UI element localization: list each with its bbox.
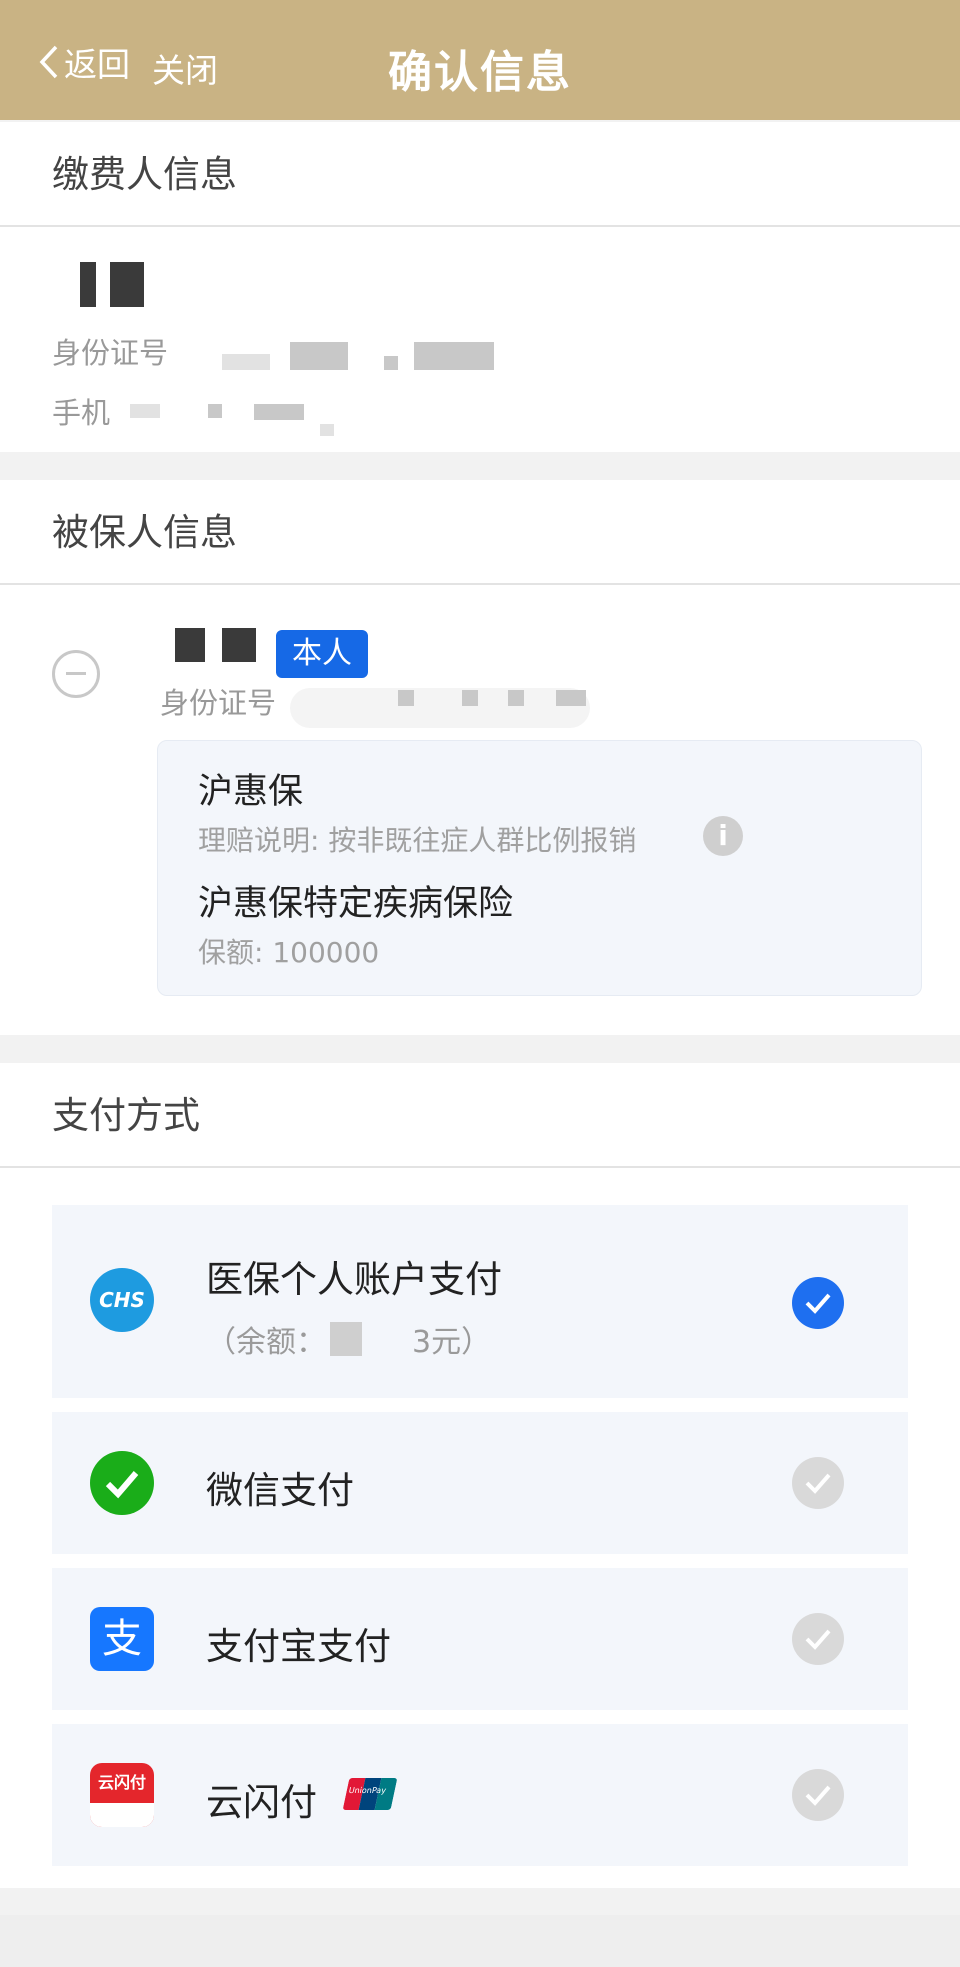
balance-prefix: （余额：: [206, 1325, 326, 1360]
unionpay-badge-text: UnionPay: [347, 1786, 387, 1795]
alipay-icon: 支: [90, 1607, 154, 1671]
plan-coverage: 保额: 100000: [198, 936, 380, 969]
unionpay-quickpass-icon: 云闪付: [90, 1763, 154, 1827]
plan-product-name: 沪惠保特定疾病保险: [198, 884, 514, 924]
payment-option-label: 支付宝支付: [206, 1625, 391, 1668]
page-title: 确认信息: [388, 47, 572, 98]
claim-note: 理赔说明: 按非既往症人群比例报销: [198, 824, 637, 857]
chs-medical-insurance-icon: CHS: [90, 1268, 154, 1332]
unionpay-badge: UnionPay: [342, 1778, 398, 1810]
unionpay-logo-text: 云闪付: [97, 1773, 146, 1792]
payer-section-title: 缴费人信息: [0, 122, 960, 227]
payment-option-label: 云闪付: [206, 1781, 317, 1824]
payment-option-medical-insurance[interactable]: CHS 医保个人账户支付 （余额： 3元）: [52, 1205, 908, 1398]
insured-id-label: 身份证号: [160, 686, 277, 720]
bottom-bar: [0, 1915, 960, 1967]
balance-redacted: [330, 1322, 362, 1356]
payment-option-label: 微信支付: [206, 1469, 354, 1512]
payment-option-wechat[interactable]: 微信支付: [52, 1412, 908, 1554]
insured-section-title: 被保人信息: [0, 480, 960, 585]
payment-option-unionpay[interactable]: 云闪付 云闪付 UnionPay: [52, 1724, 908, 1866]
payment-section-title: 支付方式: [0, 1063, 960, 1168]
payment-option-alipay[interactable]: 支 支付宝支付: [52, 1568, 908, 1710]
info-icon[interactable]: i: [703, 816, 743, 856]
wechat-pay-icon: [90, 1451, 154, 1515]
top-nav-bar: 返回 关闭 确认信息: [0, 0, 960, 120]
insurance-plan-card: 沪惠保 理赔说明: 按非既往症人群比例报销 i 沪惠保特定疾病保险 保额: 10…: [157, 740, 922, 996]
self-badge: 本人: [276, 630, 368, 678]
unselected-check-icon[interactable]: [792, 1613, 844, 1665]
unselected-check-icon[interactable]: [792, 1457, 844, 1509]
unselected-check-icon[interactable]: [792, 1769, 844, 1821]
payment-option-label: 医保个人账户支付: [206, 1258, 502, 1301]
payer-id-label: 身份证号: [52, 336, 169, 370]
selected-check-icon[interactable]: [792, 1277, 844, 1329]
payer-phone-label: 手机: [52, 396, 111, 430]
balance-text: （余额： 3元）: [206, 1317, 491, 1361]
balance-suffix: 3元）: [412, 1325, 492, 1360]
remove-circle-icon[interactable]: [52, 650, 100, 698]
payer-info-section: 缴费人信息 身份证号 手机: [0, 122, 960, 452]
plan-name: 沪惠保: [198, 772, 304, 812]
